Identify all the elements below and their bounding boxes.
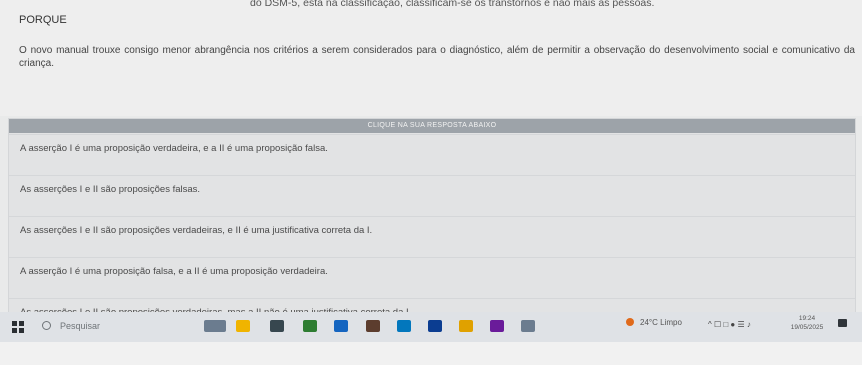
taskbar-search[interactable]: Pesquisar — [42, 320, 182, 336]
chrome-icon[interactable] — [270, 320, 284, 332]
search-label: Pesquisar — [60, 321, 101, 331]
question-top-text: do DSM-5, esta na classificação, classif… — [250, 0, 655, 9]
task-view-icon[interactable] — [236, 320, 250, 332]
answer-option-label: As asserções I e II são proposições verd… — [20, 225, 373, 236]
edge-icon[interactable] — [366, 320, 380, 332]
search-icon — [42, 321, 51, 330]
notification-icon[interactable] — [838, 319, 847, 327]
app-icon[interactable] — [397, 320, 411, 332]
answer-option-label: As asserções I e II são proposições fals… — [20, 184, 201, 195]
answer-option-2[interactable]: As asserções I e II são proposições fals… — [9, 175, 855, 215]
answer-option-4[interactable]: A asserção I é uma proposição falsa, e a… — [9, 257, 855, 297]
system-tray[interactable]: ^ ☐ □ ● ☰ ♪ — [708, 320, 751, 329]
windows-start-icon[interactable] — [12, 321, 24, 333]
question-panel: do DSM-5, esta na classificação, classif… — [0, 0, 862, 116]
app-icon[interactable] — [521, 320, 535, 332]
bottom-strip — [0, 342, 862, 365]
answers-header: CLIQUE NA SUA RESPOSTA ABAIXO — [9, 119, 855, 133]
weather-text: 24°C Limpo — [640, 318, 682, 327]
media-icon[interactable] — [428, 320, 442, 332]
word-icon[interactable] — [459, 320, 473, 332]
taskbar: Pesquisar 24°C Limpo ^ ☐ □ ● ☰ ♪ 19:24 1… — [0, 312, 862, 342]
weather-icon — [626, 318, 634, 326]
clock[interactable]: 19:24 19/05/2025 — [790, 314, 824, 332]
answer-option-label: A asserção I é uma proposição falsa, e a… — [20, 266, 328, 277]
porque-label: PORQUE — [19, 14, 67, 26]
app-icon[interactable] — [490, 320, 504, 332]
answer-option-label: A asserção I é uma proposição verdadeira… — [20, 143, 328, 154]
app-icon[interactable] — [334, 320, 348, 332]
question-body: O novo manual trouxe consigo menor abran… — [19, 45, 855, 69]
answer-option-3[interactable]: As asserções I e II são proposições verd… — [9, 216, 855, 256]
answer-option-1[interactable]: A asserção I é uma proposição verdadeira… — [9, 134, 855, 174]
app-thumbnail-icon[interactable] — [204, 320, 226, 332]
clock-time: 19:24 — [798, 315, 816, 322]
answers-panel: CLIQUE NA SUA RESPOSTA ABAIXO A asserção… — [8, 118, 856, 318]
app-icon[interactable] — [303, 320, 317, 332]
weather-widget[interactable]: 24°C Limpo — [626, 318, 682, 327]
clock-date: 19/05/2025 — [790, 324, 824, 331]
